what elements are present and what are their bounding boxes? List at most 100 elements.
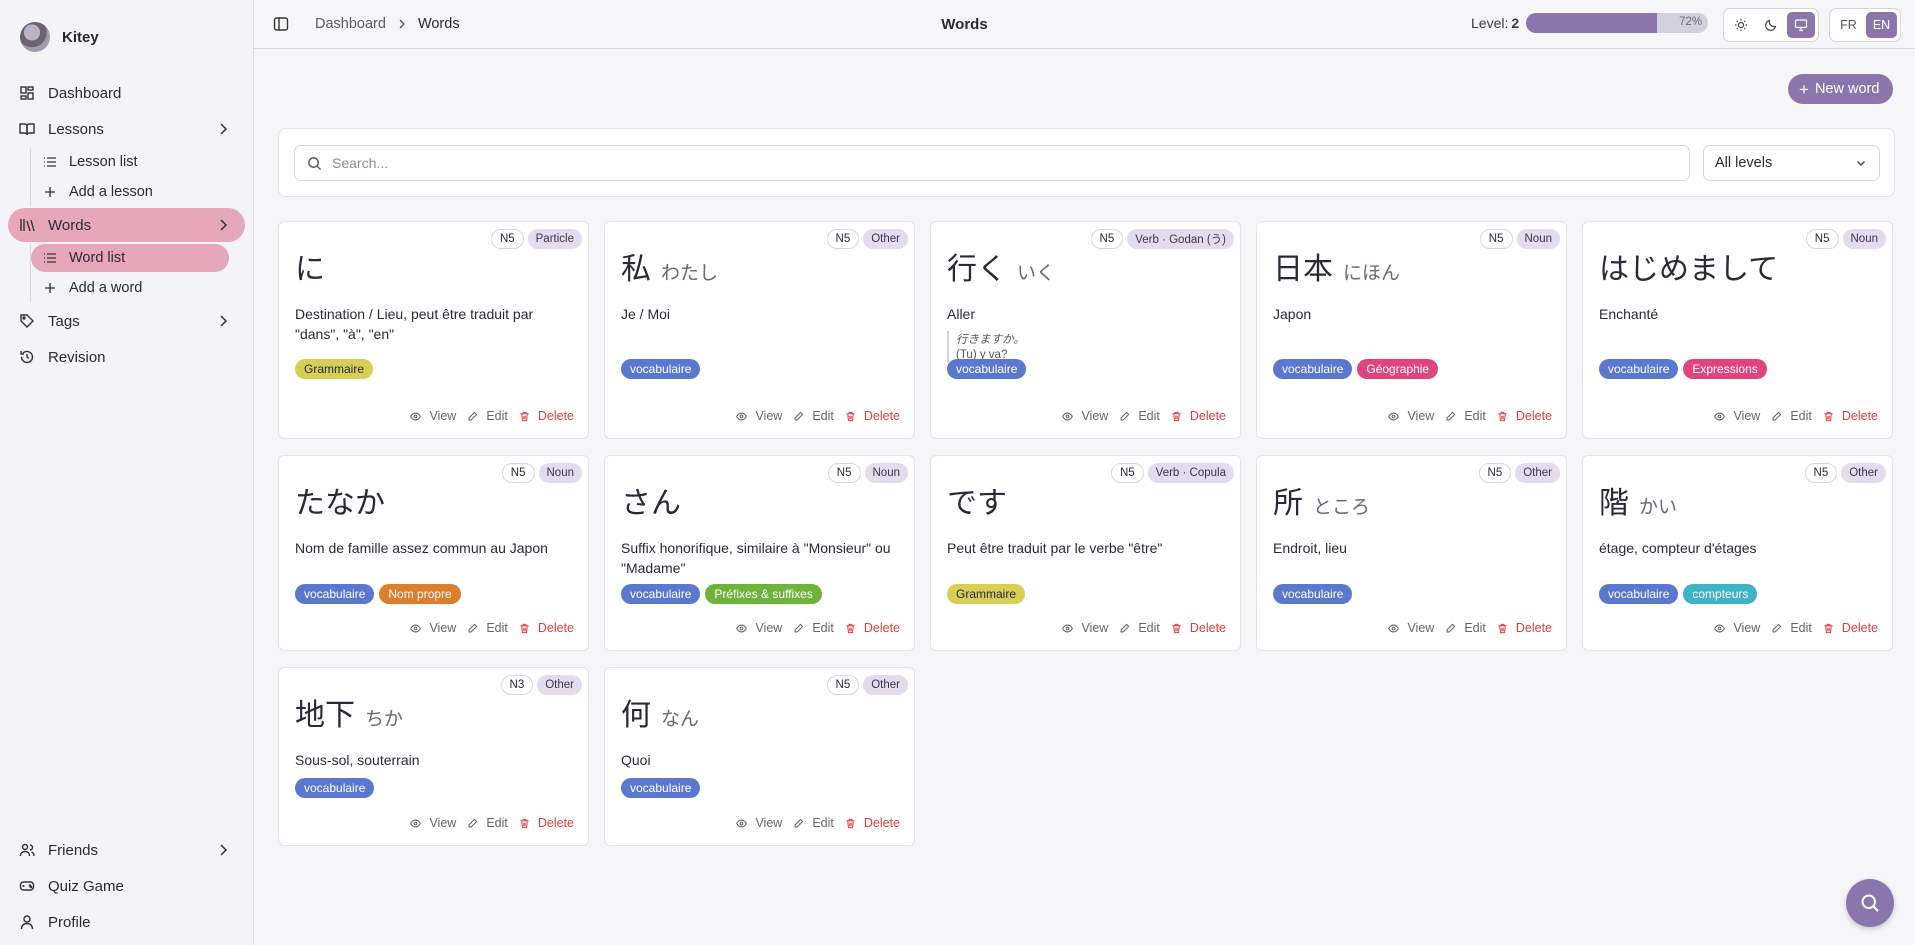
delete-button[interactable]: Delete xyxy=(519,409,574,423)
tag-chip[interactable]: vocabulaire xyxy=(295,778,375,798)
tag-chip[interactable]: vocabulaire xyxy=(1273,584,1353,604)
search-fab-button[interactable] xyxy=(1846,879,1894,927)
tag-chip[interactable]: vocabulaire xyxy=(621,359,701,379)
delete-button[interactable]: Delete xyxy=(1823,621,1878,635)
word-card[interactable]: N5 Other 私わたし Je / Moi vocabulaire View Edit De… xyxy=(604,221,915,439)
tag-chip[interactable]: Préfixes & suffixes xyxy=(705,584,822,604)
tag-chip[interactable]: vocabulaire xyxy=(295,584,375,604)
edit-button[interactable]: Edit xyxy=(1445,621,1486,635)
delete-button[interactable]: Delete xyxy=(1823,409,1878,423)
word-card[interactable]: N5 Verb · Godan (う) 行く いく Aller 行きますか。 (Tu) y … xyxy=(930,221,1241,439)
view-button[interactable]: View xyxy=(1714,409,1760,423)
view-button[interactable]: View xyxy=(410,621,456,635)
delete-button[interactable]: Delete xyxy=(519,816,574,830)
pencil-icon xyxy=(467,623,482,634)
sidebar-toggle-icon[interactable] xyxy=(273,16,289,32)
word-card[interactable]: N5 Noun はじめまして Enchanté vocabulaire Expressio… xyxy=(1582,221,1893,439)
edit-button[interactable]: Edit xyxy=(793,621,834,635)
view-button[interactable]: View xyxy=(410,409,456,423)
new-word-button[interactable]: + New word xyxy=(1788,74,1894,104)
tag-chip[interactable]: Expressions xyxy=(1683,359,1767,379)
tag-chip[interactable]: vocabulaire xyxy=(1599,359,1679,379)
edit-button[interactable]: Edit xyxy=(467,621,508,635)
card-actions: View Edit Delete xyxy=(736,409,900,423)
delete-button[interactable]: Delete xyxy=(519,621,574,635)
edit-button[interactable]: Edit xyxy=(793,409,834,423)
word-card[interactable]: N5 Noun たなか Nom de famille assez commun au … xyxy=(278,455,589,651)
delete-button[interactable]: Delete xyxy=(845,621,900,635)
view-button[interactable]: View xyxy=(736,816,782,830)
monitor-icon xyxy=(1794,19,1808,32)
edit-button[interactable]: Edit xyxy=(1119,621,1160,635)
view-button[interactable]: View xyxy=(1714,621,1760,635)
sidebar-item-profile[interactable]: Profile xyxy=(8,905,245,939)
breadcrumb-dashboard[interactable]: Dashboard xyxy=(315,16,386,32)
sidebar-item-tags[interactable]: Tags xyxy=(8,304,245,338)
sidebar-item-add-lesson[interactable]: Add a lesson xyxy=(31,178,229,206)
view-button[interactable]: View xyxy=(1062,621,1108,635)
dark-theme-button[interactable] xyxy=(1757,12,1785,38)
lang-en-button[interactable]: EN xyxy=(1866,12,1897,38)
tag-chip[interactable]: Nom propre xyxy=(379,584,461,604)
view-button[interactable]: View xyxy=(1062,409,1108,423)
delete-button[interactable]: Delete xyxy=(1171,409,1226,423)
sidebar-item-revision[interactable]: Revision xyxy=(8,340,245,374)
sidebar-item-word-list[interactable]: Word list xyxy=(31,244,229,272)
word-card[interactable]: N5 Verb · Copula です Peut être traduit par l… xyxy=(930,455,1241,651)
light-theme-button[interactable] xyxy=(1727,12,1755,38)
sidebar-item-dashboard[interactable]: Dashboard xyxy=(8,76,245,110)
view-button[interactable]: View xyxy=(410,816,456,830)
word-card[interactable]: N5 Other 階かい étage, compteur d'étages vocabu… xyxy=(1582,455,1893,651)
word-card[interactable]: N5 Noun さん Suffix honorifique, similaire à … xyxy=(604,455,915,651)
tag-chip[interactable]: vocabulaire xyxy=(621,584,701,604)
trash-icon xyxy=(1823,411,1838,422)
view-button[interactable]: View xyxy=(736,409,782,423)
view-button[interactable]: View xyxy=(736,621,782,635)
sidebar-item-words[interactable]: Words xyxy=(8,208,245,242)
trash-icon xyxy=(845,818,860,829)
tag-chip[interactable]: vocabulaire xyxy=(1273,359,1353,379)
word-card[interactable]: N5 Particle に Destination / Lieu, peut être… xyxy=(278,221,589,439)
edit-button[interactable]: Edit xyxy=(1771,409,1812,423)
system-theme-button[interactable] xyxy=(1787,12,1815,38)
view-button[interactable]: View xyxy=(1388,621,1434,635)
sidebar-item-lesson-list[interactable]: Lesson list xyxy=(31,148,229,176)
delete-label: Delete xyxy=(1515,409,1552,423)
delete-label: Delete xyxy=(1189,409,1226,423)
tag-chip[interactable]: vocabulaire xyxy=(1599,584,1679,604)
view-label: View xyxy=(1733,621,1761,635)
tag-chip[interactable]: Grammaire xyxy=(295,359,374,379)
lang-fr-button[interactable]: FR xyxy=(1833,12,1864,38)
sidebar-item-friends[interactable]: Friends xyxy=(8,833,245,867)
edit-button[interactable]: Edit xyxy=(1445,409,1486,423)
level-filter-select[interactable]: All levels xyxy=(1703,145,1880,181)
delete-button[interactable]: Delete xyxy=(1171,621,1226,635)
edit-button[interactable]: Edit xyxy=(1771,621,1812,635)
edit-label: Edit xyxy=(1138,621,1160,635)
view-button[interactable]: View xyxy=(1388,409,1434,423)
user-header[interactable]: Kitey xyxy=(0,0,253,74)
edit-button[interactable]: Edit xyxy=(467,816,508,830)
tag-chip[interactable]: Géographie xyxy=(1357,359,1439,379)
sidebar-item-add-word[interactable]: Add a word xyxy=(31,274,229,302)
word-heading: 何なん xyxy=(621,690,699,734)
tag-chip[interactable]: vocabulaire xyxy=(621,778,701,798)
delete-button[interactable]: Delete xyxy=(1497,409,1552,423)
sidebar-item-quiz-game[interactable]: Quiz Game xyxy=(8,869,245,903)
edit-button[interactable]: Edit xyxy=(793,816,834,830)
tag-chip[interactable]: vocabulaire xyxy=(947,359,1027,379)
word-card[interactable]: N5 Other 何なん Quoi vocabulaire View Edit Delete xyxy=(604,667,915,846)
search-field[interactable] xyxy=(294,145,1690,181)
delete-button[interactable]: Delete xyxy=(845,409,900,423)
word-card[interactable]: N3 Other 地下 ちか Sous-sol, souterrain vocabulai… xyxy=(278,667,589,846)
tag-chip[interactable]: Grammaire xyxy=(947,584,1026,604)
edit-button[interactable]: Edit xyxy=(467,409,508,423)
sidebar-item-lessons[interactable]: Lessons xyxy=(8,112,245,146)
delete-button[interactable]: Delete xyxy=(1497,621,1552,635)
tag-chip[interactable]: compteurs xyxy=(1683,584,1758,604)
word-card[interactable]: N5 Other 所ところ Endroit, lieu vocabulaire View E… xyxy=(1256,455,1567,651)
delete-button[interactable]: Delete xyxy=(845,816,900,830)
edit-button[interactable]: Edit xyxy=(1119,409,1160,423)
word-card[interactable]: N5 Noun 日本 にほん Japon vocabulaire Géographie Vie… xyxy=(1256,221,1567,439)
search-input[interactable] xyxy=(332,155,1632,171)
